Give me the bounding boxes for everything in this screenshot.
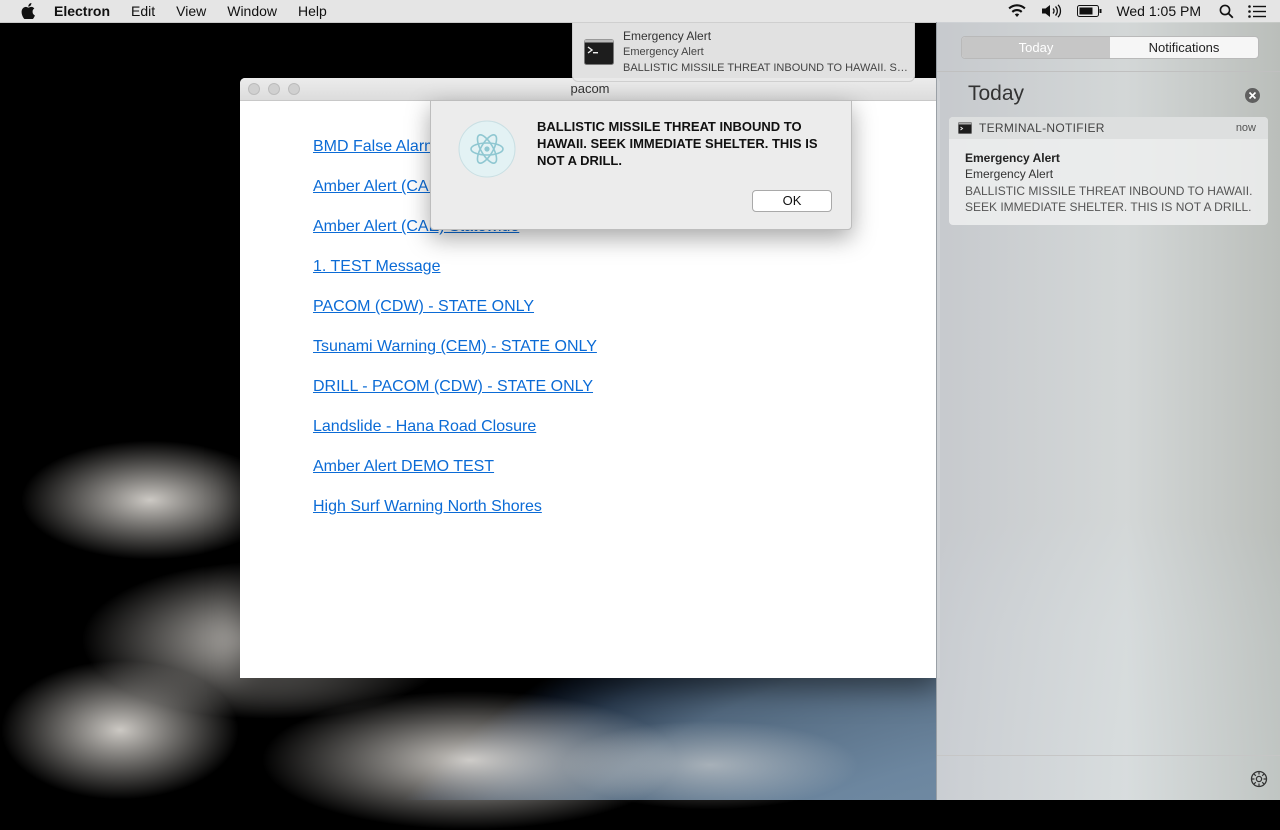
- link-tsunami-warning[interactable]: Tsunami Warning (CEM) - STATE ONLY: [313, 327, 940, 367]
- volume-icon[interactable]: [1041, 4, 1063, 18]
- notification-center-icon[interactable]: [1248, 4, 1266, 18]
- apple-icon[interactable]: [21, 3, 35, 19]
- tab-today[interactable]: Today: [962, 37, 1110, 58]
- menu-window[interactable]: Window: [227, 3, 277, 19]
- terminal-icon: [584, 39, 614, 65]
- gear-icon[interactable]: [1250, 770, 1268, 788]
- notification-time: now: [1235, 122, 1256, 134]
- menu-app-name[interactable]: Electron: [54, 3, 110, 19]
- alert-message: BALLISTIC MISSILE THREAT INBOUND TO HAWA…: [537, 119, 818, 168]
- electron-app-icon: [458, 120, 516, 178]
- banner-title: Emergency Alert: [623, 29, 712, 43]
- terminal-icon: [958, 122, 972, 134]
- cloud-decoration: [560, 720, 860, 810]
- battery-icon[interactable]: [1077, 5, 1102, 17]
- menu-edit[interactable]: Edit: [131, 3, 155, 19]
- clock-label[interactable]: Wed 1:05 PM: [1116, 3, 1201, 19]
- notification-subtitle: Emergency Alert: [965, 167, 1054, 181]
- today-heading: Today: [968, 82, 1025, 105]
- divider: [937, 755, 1280, 756]
- link-amber-alert-demo[interactable]: Amber Alert DEMO TEST: [313, 447, 940, 487]
- notification-center-tabs: Today Notifications: [961, 36, 1259, 59]
- zoom-window-button[interactable]: [288, 83, 300, 95]
- link-drill-pacom[interactable]: DRILL - PACOM (CDW) - STATE ONLY: [313, 367, 940, 407]
- notification-center-panel: Today Notifications Today TERMINAL-NOTIF…: [936, 22, 1280, 800]
- banner-body: BALLISTIC MISSILE THREAT INBOUND TO HAWA…: [623, 62, 911, 74]
- notification-title: Emergency Alert: [965, 151, 1060, 165]
- minimize-window-button[interactable]: [268, 83, 280, 95]
- divider: [937, 71, 1280, 72]
- search-icon[interactable]: [1219, 4, 1234, 19]
- menu-help[interactable]: Help: [298, 3, 327, 19]
- close-window-button[interactable]: [248, 83, 260, 95]
- menu-bar: Electron Edit View Window Help Wed 1:05 …: [0, 0, 1280, 23]
- notification-body: BALLISTIC MISSILE THREAT INBOUND TO HAWA…: [965, 184, 1253, 214]
- window-title: pacom: [570, 81, 610, 96]
- alert-dialog: BALLISTIC MISSILE THREAT INBOUND TO HAWA…: [430, 100, 852, 230]
- clear-notifications-icon[interactable]: [1245, 88, 1260, 103]
- tab-notifications[interactable]: Notifications: [1110, 37, 1258, 58]
- menu-view[interactable]: View: [176, 3, 206, 19]
- link-high-surf-warning[interactable]: High Surf Warning North Shores: [313, 487, 940, 527]
- notification-card[interactable]: TERMINAL-NOTIFIER now Emergency Alert Em…: [949, 117, 1268, 225]
- cloud-decoration: [0, 660, 240, 800]
- notification-card-header: TERMINAL-NOTIFIER now: [949, 117, 1268, 139]
- banner-notification[interactable]: Emergency Alert Emergency Alert BALLISTI…: [572, 22, 915, 82]
- link-landslide-hana[interactable]: Landslide - Hana Road Closure: [313, 407, 940, 447]
- link-pacom-state-only[interactable]: PACOM (CDW) - STATE ONLY: [313, 287, 940, 327]
- wifi-icon[interactable]: [1007, 4, 1027, 18]
- ok-button[interactable]: OK: [752, 190, 832, 212]
- banner-subtitle: Emergency Alert: [623, 46, 704, 58]
- notification-app-name: TERMINAL-NOTIFIER: [979, 121, 1105, 135]
- link-test-message[interactable]: 1. TEST Message: [313, 247, 940, 287]
